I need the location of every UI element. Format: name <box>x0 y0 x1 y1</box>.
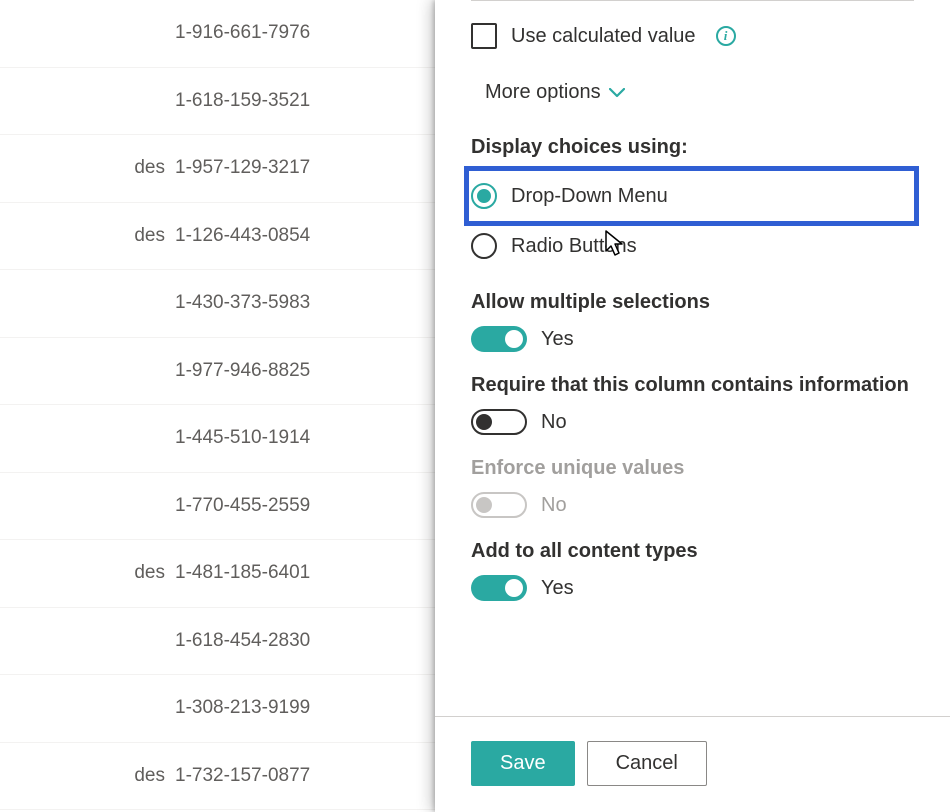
list-cell-phone: 1-957-129-3217 <box>175 157 310 179</box>
list-cell-phone: 1-770-455-2559 <box>175 495 310 517</box>
display-choices-section: Display choices using: Drop-Down Menu Ra… <box>471 136 914 267</box>
toggle-knob-icon <box>476 497 492 513</box>
list-cell-phone: 1-618-159-3521 <box>175 90 310 112</box>
more-options-label: More options <box>485 81 601 104</box>
list-cell-phone: 1-126-443-0854 <box>175 225 310 247</box>
radio-label: Drop-Down Menu <box>511 185 668 208</box>
enforce-unique-section: Enforce unique values No <box>471 457 914 518</box>
table-row[interactable]: 1-618-454-2830 <box>0 608 435 676</box>
chevron-down-icon <box>609 88 625 98</box>
table-row[interactable]: 1-430-373-5983 <box>0 270 435 338</box>
add-content-types-title: Add to all content types <box>471 540 914 563</box>
list-cell-phone: 1-430-373-5983 <box>175 292 310 314</box>
list-cell-phone: 1-732-157-0877 <box>175 765 310 787</box>
add-content-types-section: Add to all content types Yes <box>471 540 914 601</box>
toggle-knob-icon <box>505 579 523 597</box>
list-cell-phone: 1-445-510-1914 <box>175 427 310 449</box>
toggle-value: Yes <box>541 577 574 600</box>
table-row[interactable]: des 1-732-157-0877 <box>0 743 435 811</box>
list-cell-text: des <box>0 562 175 584</box>
display-choices-title: Display choices using: <box>471 136 914 159</box>
radio-unselected-icon <box>471 233 497 259</box>
radio-label: Radio Buttons <box>511 235 637 258</box>
require-info-section: Require that this column contains inform… <box>471 374 914 435</box>
table-row[interactable]: 1-916-661-7976 <box>0 0 435 68</box>
table-row[interactable]: 1-445-510-1914 <box>0 405 435 473</box>
divider <box>471 0 914 1</box>
table-row[interactable]: des 1-957-129-3217 <box>0 135 435 203</box>
toggle-knob-icon <box>476 414 492 430</box>
panel-footer: Save Cancel <box>435 716 950 812</box>
toggle-value: No <box>541 411 567 434</box>
radio-selected-icon <box>471 183 497 209</box>
list-cell-text: des <box>0 765 175 787</box>
table-row[interactable]: 1-977-946-8825 <box>0 338 435 406</box>
background-data-list: 1-916-661-7976 1-618-159-3521 des 1-957-… <box>0 0 435 812</box>
save-button[interactable]: Save <box>471 741 575 786</box>
enforce-unique-toggle <box>471 492 527 518</box>
require-info-toggle[interactable] <box>471 409 527 435</box>
checkbox-icon[interactable] <box>471 23 497 49</box>
allow-multiple-toggle[interactable] <box>471 326 527 352</box>
table-row[interactable]: des 1-126-443-0854 <box>0 203 435 271</box>
enforce-unique-title: Enforce unique values <box>471 457 914 480</box>
add-content-types-toggle[interactable] <box>471 575 527 601</box>
list-cell-text: des <box>0 225 175 247</box>
column-settings-panel: Use calculated value i More options Disp… <box>435 0 950 812</box>
display-choices-radio-group: Drop-Down Menu Radio Buttons <box>471 171 914 267</box>
display-choice-radio-buttons[interactable]: Radio Buttons <box>471 225 914 267</box>
use-calculated-value-checkbox[interactable]: Use calculated value i <box>471 23 914 49</box>
list-cell-phone: 1-618-454-2830 <box>175 630 310 652</box>
allow-multiple-section: Allow multiple selections Yes <box>471 291 914 352</box>
toggle-value: No <box>541 494 567 517</box>
table-row[interactable]: des 1-481-185-6401 <box>0 540 435 608</box>
list-cell-phone: 1-977-946-8825 <box>175 360 310 382</box>
panel-scroll-area[interactable]: Use calculated value i More options Disp… <box>435 0 950 716</box>
cancel-button[interactable]: Cancel <box>587 741 707 786</box>
require-info-title: Require that this column contains inform… <box>471 374 914 397</box>
more-options-toggle[interactable]: More options <box>471 81 625 104</box>
list-cell-phone: 1-308-213-9199 <box>175 697 310 719</box>
list-cell-text: des <box>0 157 175 179</box>
info-icon[interactable]: i <box>716 26 736 46</box>
list-cell-phone: 1-481-185-6401 <box>175 562 310 584</box>
table-row[interactable]: 1-308-213-9199 <box>0 675 435 743</box>
checkbox-label: Use calculated value <box>511 25 696 48</box>
allow-multiple-title: Allow multiple selections <box>471 291 914 314</box>
table-row[interactable]: 1-618-159-3521 <box>0 68 435 136</box>
toggle-value: Yes <box>541 328 574 351</box>
toggle-knob-icon <box>505 330 523 348</box>
table-row[interactable]: 1-770-455-2559 <box>0 473 435 541</box>
list-cell-phone: 1-916-661-7976 <box>175 22 310 44</box>
display-choice-dropdown[interactable]: Drop-Down Menu <box>469 171 914 221</box>
